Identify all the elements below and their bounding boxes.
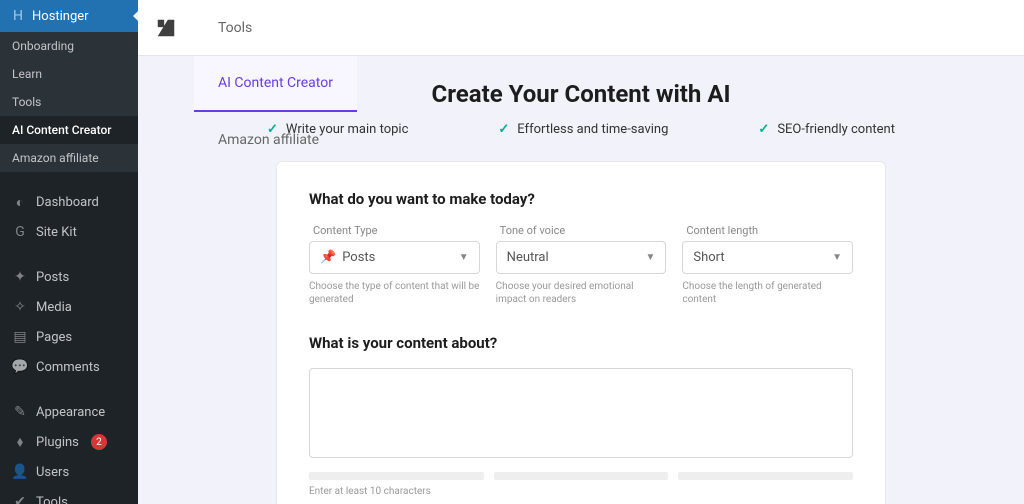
perk: ✓SEO-friendly content <box>758 122 895 137</box>
sidebar-item-appearance[interactable]: ✎ Appearance <box>0 397 138 427</box>
field-label: Content Type <box>309 224 480 237</box>
hostinger-logo-icon[interactable] <box>138 17 194 39</box>
field-hint: Choose the length of generated content <box>682 280 853 306</box>
sidebar-label: Pages <box>36 330 72 345</box>
pin-icon: 📌 <box>320 250 336 265</box>
sidebar-item-users[interactable]: 👤 Users <box>0 457 138 487</box>
dashboard-icon: ◐ <box>12 194 28 210</box>
textarea-hint: Enter at least 10 characters <box>309 486 853 497</box>
select-value: Neutral <box>507 250 549 265</box>
chevron-down-icon: ▼ <box>645 252 655 263</box>
hero: Create Your Content with AI ✓Write your … <box>138 80 1024 137</box>
chevron-down-icon: ▼ <box>459 252 469 263</box>
tab-tools[interactable]: Tools <box>194 0 357 56</box>
sidebar-label: Comments <box>36 360 100 375</box>
sidebar-label: Tools <box>36 495 68 504</box>
sidebar-label: Dashboard <box>36 195 99 210</box>
wp-sidebar: H Hostinger OnboardingLearnToolsAI Conte… <box>0 0 138 504</box>
select-content-length[interactable]: Short ▼ <box>682 241 853 274</box>
sidebar-label: Posts <box>36 270 69 285</box>
sidebar-sub-learn[interactable]: Learn <box>0 60 138 88</box>
site kit-icon: G <box>12 224 28 240</box>
sidebar-label: Media <box>36 300 72 315</box>
sidebar-item-pages[interactable]: ▤ Pages <box>0 322 138 352</box>
sidebar-label: Site Kit <box>36 225 77 240</box>
page-title: Create Your Content with AI <box>138 80 1024 108</box>
select-value: Posts <box>342 250 375 265</box>
media-icon: ✧ <box>12 299 28 315</box>
sidebar-item-dashboard[interactable]: ◐ Dashboard <box>0 187 138 217</box>
sidebar-item-tools[interactable]: ✔ Tools <box>0 487 138 504</box>
content-scroll: Create Your Content with AI ✓Write your … <box>138 56 1024 504</box>
hostinger-icon: H <box>10 8 26 24</box>
sidebar-sub-tools[interactable]: Tools <box>0 88 138 116</box>
check-icon: ✓ <box>758 122 769 137</box>
field-content-type: Content Type 📌 Posts ▼ Choose the type of co… <box>309 224 480 306</box>
sidebar-item-site-kit[interactable]: G Site Kit <box>0 217 138 247</box>
sidebar-sub-ai-content-creator[interactable]: AI Content Creator <box>0 116 138 144</box>
field-hint: Choose your desired emotional impact on … <box>496 280 667 306</box>
field-content-length: Content length Short ▼ Choose the length of… <box>682 224 853 306</box>
main-area: OnboardingLearnToolsAI Content CreatorAm… <box>138 0 1024 504</box>
chevron-down-icon: ▼ <box>832 252 842 263</box>
pages-icon: ▤ <box>12 329 28 345</box>
field-hint: Choose the type of content that will be … <box>309 280 480 306</box>
top-tabs: OnboardingLearnToolsAI Content CreatorAm… <box>138 0 1024 56</box>
sidebar-sub-amazon-affiliate[interactable]: Amazon affiliate <box>0 144 138 172</box>
sidebar-brand[interactable]: H Hostinger <box>0 0 138 32</box>
check-icon: ✓ <box>498 122 509 137</box>
sidebar-label: Appearance <box>36 405 105 420</box>
perk: ✓Effortless and time-saving <box>498 122 668 137</box>
sidebar-label: Users <box>36 465 69 480</box>
select-tone-of-voice[interactable]: Neutral ▼ <box>496 241 667 274</box>
char-bars <box>309 472 853 480</box>
sidebar-item-comments[interactable]: 💬 Comments <box>0 352 138 382</box>
sidebar-item-posts[interactable]: ✦ Posts <box>0 262 138 292</box>
question-2: What is your content about? <box>309 334 853 352</box>
brand-label: Hostinger <box>32 9 89 24</box>
plugins-icon: ⬧ <box>12 434 28 450</box>
select-value: Short <box>693 250 724 265</box>
select-content-type[interactable]: 📌 Posts ▼ <box>309 241 480 274</box>
tools-icon: ✔ <box>12 494 28 504</box>
sidebar-item-media[interactable]: ✧ Media <box>0 292 138 322</box>
posts-icon: ✦ <box>12 269 28 285</box>
question-1: What do you want to make today? <box>309 190 853 208</box>
sidebar-label: Plugins <box>36 435 79 450</box>
field-label: Content length <box>682 224 853 237</box>
appearance-icon: ✎ <box>12 404 28 420</box>
users-icon: 👤 <box>12 464 28 480</box>
comments-icon: 💬 <box>12 359 28 375</box>
field-tone-of-voice: Tone of voice Neutral ▼ Choose your desired… <box>496 224 667 306</box>
perk: ✓Write your main topic <box>267 122 408 137</box>
form-card: What do you want to make today? Content … <box>276 161 886 504</box>
update-badge: 2 <box>91 434 107 450</box>
check-icon: ✓ <box>267 122 278 137</box>
sidebar-item-plugins[interactable]: ⬧ Plugins 2 <box>0 427 138 457</box>
content-about-input[interactable] <box>309 368 853 458</box>
sidebar-sub-onboarding[interactable]: Onboarding <box>0 32 138 60</box>
field-label: Tone of voice <box>496 224 667 237</box>
